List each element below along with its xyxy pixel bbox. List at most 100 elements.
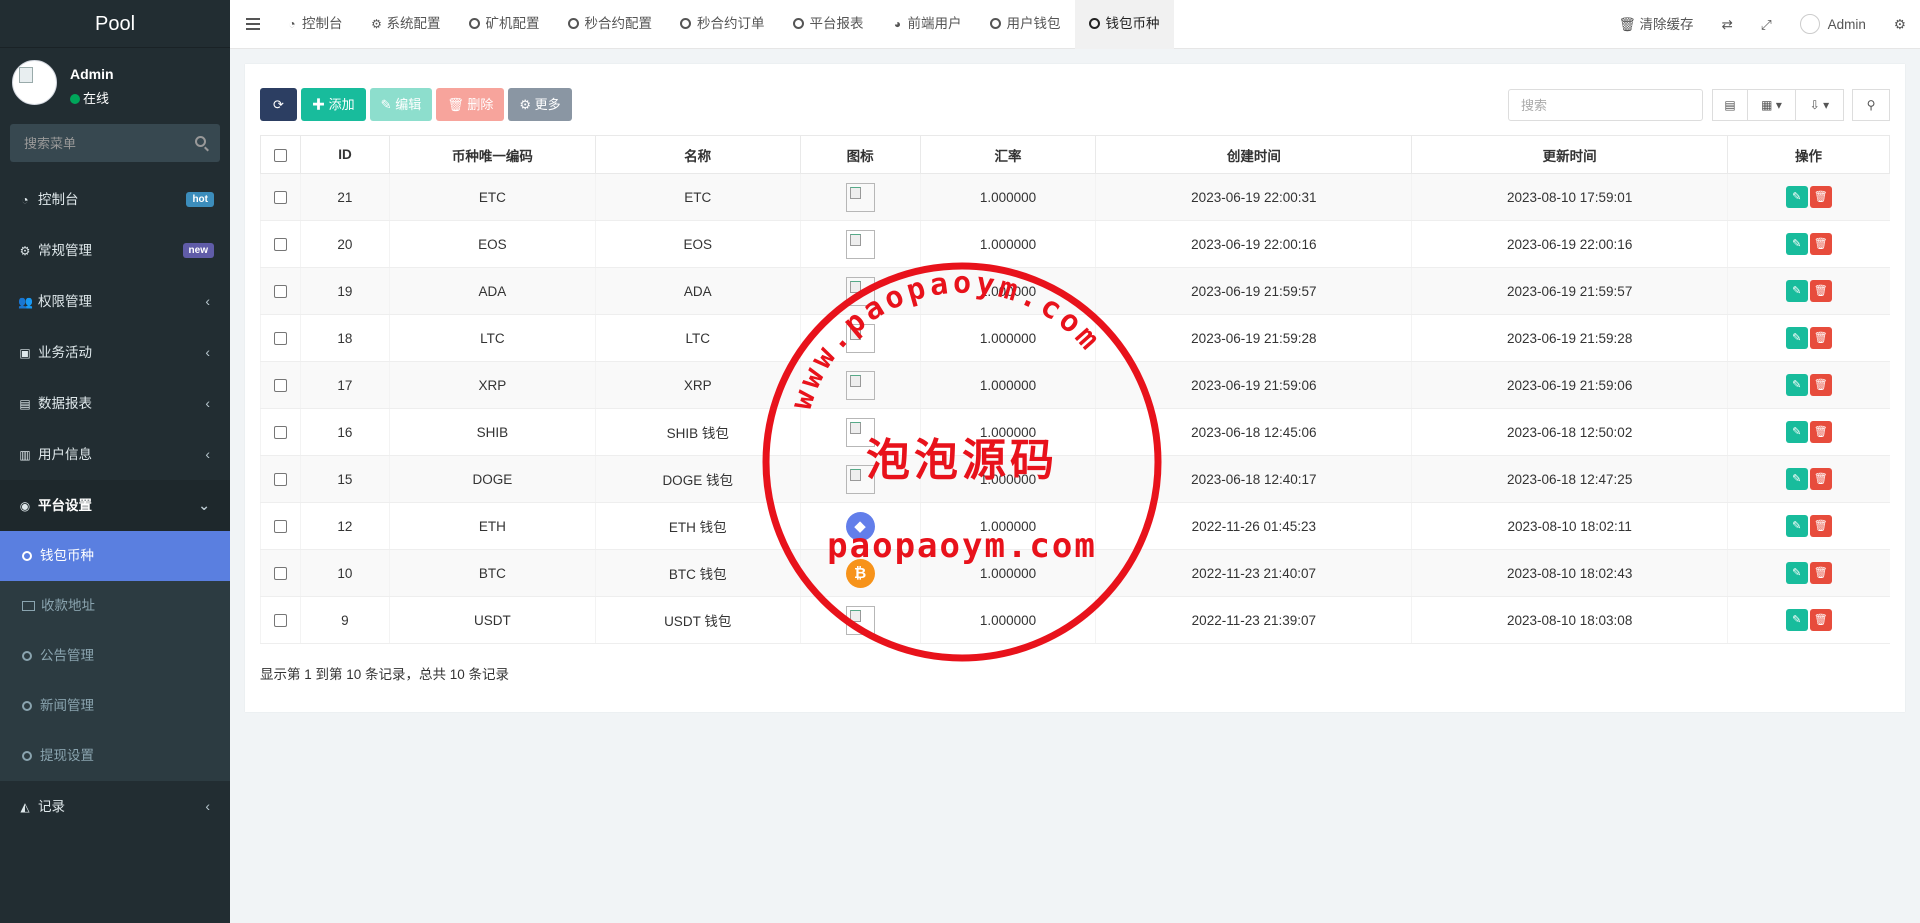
menu-search-input[interactable]	[10, 124, 220, 162]
row-checkbox[interactable]	[273, 285, 287, 299]
row-checkbox[interactable]	[273, 614, 287, 628]
columns-button[interactable]: ▦ ▾	[1748, 89, 1796, 121]
table-row[interactable]: 12 ETH ETH 钱包 ◆ 1.000000 2022-11-26 01:45:23 2…	[260, 502, 1890, 550]
row-delete-button[interactable]: 🗑	[1809, 233, 1832, 255]
sidebar-item-withdraw-settings[interactable]: 提现设置	[0, 731, 230, 781]
row-edit-button[interactable]: ✎	[1785, 468, 1808, 490]
fullscreen-button[interactable]: ⤢	[1747, 0, 1786, 49]
app-logo[interactable]: Pool	[0, 0, 230, 48]
sidebar-item-auth[interactable]: 👥 权限管理 ‹	[0, 276, 230, 327]
sidebar-item-userinfo[interactable]: ▥ 用户信息 ‹	[0, 429, 230, 480]
sidebar-item-wallet-coins[interactable]: 钱包币种	[0, 531, 230, 581]
tab-platform-report[interactable]: 平台报表	[779, 0, 878, 49]
tab-contract-orders[interactable]: 秒合约订单	[666, 0, 779, 49]
col-created[interactable]: 创建时间	[1095, 135, 1413, 174]
row-edit-button[interactable]: ✎	[1785, 233, 1808, 255]
row-delete-button[interactable]: 🗑	[1809, 280, 1832, 302]
table-row[interactable]: 16 SHIB SHIB 钱包 1.000000 2023-06-18 12:45:06…	[260, 408, 1890, 456]
page-tabs: ◔ 控制台 ⚙ 系统配置 矿机配置 秒合约配置 秒合约订单 平台报表 ◕ 前端用户 用…	[272, 0, 1174, 49]
row-delete-button[interactable]: 🗑	[1809, 374, 1832, 396]
sidebar-item-records[interactable]: ◭ 记录 ‹	[0, 781, 230, 832]
tab-wallet-coins[interactable]: 钱包币种	[1074, 0, 1174, 49]
row-delete-button[interactable]: 🗑	[1809, 609, 1832, 631]
cell-rate: 1.000000	[919, 173, 1096, 221]
edit-button[interactable]: ✎ 编辑	[369, 88, 433, 121]
row-delete-button[interactable]: 🗑	[1809, 468, 1832, 490]
row-edit-button[interactable]: ✎	[1785, 421, 1808, 443]
table-row[interactable]: 19 ADA ADA 1.000000 2023-06-19 21:59:57 2023-…	[260, 267, 1890, 315]
row-checkbox[interactable]	[273, 332, 287, 346]
add-button[interactable]: ✚ 添加	[301, 88, 366, 121]
more-button[interactable]: ⚙ 更多	[508, 88, 572, 121]
sidebar-item-dashboard[interactable]: ◔ 控制台 hot	[0, 174, 230, 225]
tab-user-wallet[interactable]: 用户钱包	[976, 0, 1075, 49]
cell-actions: ✎ 🗑	[1727, 314, 1890, 362]
row-delete-button[interactable]: 🗑	[1809, 327, 1832, 349]
tab-front-users[interactable]: ◕ 前端用户	[878, 0, 976, 49]
col-code[interactable]: 币种唯一编码	[388, 135, 596, 174]
row-checkbox[interactable]	[273, 426, 287, 440]
row-checkbox[interactable]	[273, 379, 287, 393]
sidebar-item-reports[interactable]: ▤ 数据报表 ‹	[0, 378, 230, 429]
row-checkbox[interactable]	[273, 473, 287, 487]
cell-id: 16	[299, 408, 390, 456]
table-row[interactable]: 18 LTC LTC 1.000000 2023-06-19 21:59:28 2023-…	[260, 314, 1890, 362]
user-menu[interactable]: Admin	[1786, 0, 1880, 49]
sidebar-item-announcements[interactable]: 公告管理	[0, 631, 230, 681]
chevron-left-icon: ‹	[205, 344, 210, 360]
menu-toggle-icon[interactable]	[246, 18, 260, 30]
sidebar-item-receive-address[interactable]: 收款地址	[0, 581, 230, 631]
advanced-search-button[interactable]: ⚲	[1852, 89, 1890, 121]
row-delete-button[interactable]: 🗑	[1809, 186, 1832, 208]
export-button[interactable]: ⇩ ▾	[1796, 89, 1844, 121]
table-row[interactable]: 10 BTC BTC 钱包 ₿ 1.000000 2022-11-23 21:40:07 2…	[260, 549, 1890, 597]
col-icon[interactable]: 图标	[799, 135, 921, 174]
row-checkbox[interactable]	[273, 191, 287, 205]
language-button[interactable]: ⇄	[1708, 0, 1747, 49]
tab-contract-config[interactable]: 秒合约配置	[554, 0, 667, 49]
pencil-icon: ✎	[1792, 238, 1802, 250]
row-edit-button[interactable]: ✎	[1785, 186, 1808, 208]
row-edit-button[interactable]: ✎	[1785, 374, 1808, 396]
delete-button[interactable]: 🗑 删除	[436, 88, 505, 121]
settings-button[interactable]: ⚙	[1880, 0, 1920, 49]
row-edit-button[interactable]: ✎	[1785, 562, 1808, 584]
row-delete-button[interactable]: 🗑	[1809, 421, 1832, 443]
refresh-button[interactable]: ⟳	[260, 88, 297, 121]
col-updated[interactable]: 更新时间	[1411, 135, 1729, 174]
table-row[interactable]: 21 ETC ETC 1.000000 2023-06-19 22:00:31 2023-…	[260, 173, 1890, 221]
sidebar-item-news[interactable]: 新闻管理	[0, 681, 230, 731]
user-circle-icon: ◕	[893, 17, 902, 31]
row-checkbox[interactable]	[273, 520, 287, 534]
table-row[interactable]: 20 EOS EOS 1.000000 2023-06-19 22:00:16 2023-…	[260, 220, 1890, 268]
row-edit-button[interactable]: ✎	[1785, 515, 1808, 537]
row-edit-button[interactable]: ✎	[1785, 609, 1808, 631]
sidebar-item-business[interactable]: ▣ 业务活动 ‹	[0, 327, 230, 378]
row-delete-button[interactable]: 🗑	[1809, 562, 1832, 584]
select-all-checkbox[interactable]	[273, 148, 287, 162]
row-checkbox[interactable]	[273, 567, 287, 581]
clear-cache-button[interactable]: 🗑 清除缓存	[1605, 0, 1708, 49]
row-select	[260, 455, 301, 503]
table-row[interactable]: 17 XRP XRP 1.000000 2023-06-19 21:59:06 2023-…	[260, 361, 1890, 409]
search-icon[interactable]	[195, 136, 206, 147]
sidebar-item-platform[interactable]: ◉ 平台设置 ⌄	[0, 480, 230, 531]
row-checkbox[interactable]	[273, 238, 287, 252]
tab-system-config[interactable]: ⚙ 系统配置	[357, 0, 455, 49]
row-edit-button[interactable]: ✎	[1785, 280, 1808, 302]
col-name[interactable]: 名称	[594, 135, 801, 174]
col-rate[interactable]: 汇率	[919, 135, 1097, 174]
col-id[interactable]: ID	[299, 135, 390, 174]
row-edit-button[interactable]: ✎	[1785, 327, 1808, 349]
cell-actions: ✎ 🗑	[1727, 549, 1890, 597]
table-row[interactable]: 15 DOGE DOGE 钱包 1.000000 2023-06-18 12:40:17…	[260, 455, 1890, 503]
menu-search	[10, 124, 220, 162]
table-row[interactable]: 9 USDT USDT 钱包 1.000000 2022-11-23 21:39:07 2…	[260, 596, 1890, 644]
tab-miner-config[interactable]: 矿机配置	[455, 0, 554, 49]
pencil-icon: ✎	[1792, 473, 1802, 485]
tab-dashboard[interactable]: ◔ 控制台	[272, 0, 357, 49]
toggle-view-button[interactable]: ▤	[1712, 89, 1748, 121]
table-search-input[interactable]	[1508, 89, 1703, 121]
row-delete-button[interactable]: 🗑	[1809, 515, 1832, 537]
sidebar-item-general[interactable]: ⚙ 常规管理 new	[0, 225, 230, 276]
